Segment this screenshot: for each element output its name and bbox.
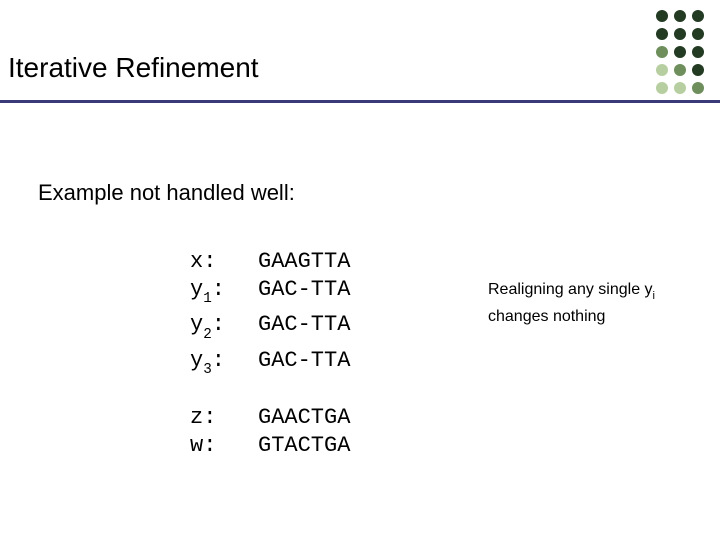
page-title: Iterative Refinement (8, 52, 259, 84)
decor-dot (674, 64, 686, 76)
decor-dot (692, 10, 704, 22)
alignment-label: y2: (190, 311, 258, 346)
alignment-row: x:GAAGTTA (190, 248, 350, 276)
decor-dot (656, 64, 668, 76)
alignment-row: y2:GAC-TTA (190, 311, 350, 346)
alignment-label: w: (190, 432, 258, 460)
decor-dot (674, 28, 686, 40)
decor-dot (692, 82, 704, 94)
corner-dots-decoration (656, 10, 704, 94)
alignment-sequence: GAC-TTA (258, 347, 350, 382)
alignment-sequence: GAC-TTA (258, 311, 350, 346)
example-subheading: Example not handled well: (38, 180, 295, 206)
decor-dot (656, 10, 668, 22)
alignment-row: y1:GAC-TTA (190, 276, 350, 311)
side-note-line2: changes nothing (488, 308, 605, 325)
alignment-sequence: GTACTGA (258, 432, 350, 460)
title-rule (0, 100, 720, 103)
decor-dot (656, 46, 668, 58)
alignment-label: z: (190, 404, 258, 432)
alignment-row: y3:GAC-TTA (190, 347, 350, 382)
alignment-label: x: (190, 248, 258, 276)
alignment-row: w:GTACTGA (190, 432, 350, 460)
alignment-row: z:GAACTGA (190, 404, 350, 432)
decor-dot (674, 46, 686, 58)
side-note-sub-i: i (653, 290, 656, 302)
alignment-label: y3: (190, 347, 258, 382)
slide: { "title": "Iterative Refinement", "subh… (0, 0, 720, 540)
decor-dot (692, 46, 704, 58)
alignment-sequence: GAAGTTA (258, 248, 350, 276)
decor-dot (674, 82, 686, 94)
decor-dot (692, 64, 704, 76)
side-note: Realigning any single yi changes nothing (488, 279, 698, 327)
alignment-label: y1: (190, 276, 258, 311)
decor-dot (692, 28, 704, 40)
alignment-block: x:GAAGTTAy1:GAC-TTAy2:GAC-TTAy3:GAC-TTAz… (190, 248, 350, 460)
alignment-sequence: GAACTGA (258, 404, 350, 432)
decor-dot (656, 82, 668, 94)
decor-dot (656, 28, 668, 40)
side-note-line1-pre: Realigning any single y (488, 281, 653, 298)
decor-dot (674, 10, 686, 22)
alignment-sequence: GAC-TTA (258, 276, 350, 311)
alignment-gap (190, 382, 350, 404)
